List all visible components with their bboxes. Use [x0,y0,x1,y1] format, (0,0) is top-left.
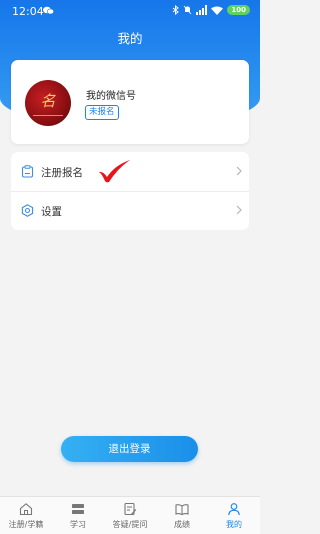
menu-item-label: 注册报名 [41,167,83,179]
status-badge: 未报名 [85,105,119,120]
profile-card[interactable]: 名 我的微信号 未报名 [11,60,249,144]
battery-indicator: 100 [227,5,250,15]
mute-bell-icon [184,5,192,15]
settings-icon [21,204,34,217]
tab-registration[interactable]: 注册/学籍 [0,497,52,534]
tab-label: 成绩 [174,520,190,529]
study-icon [72,504,84,514]
menu-item-registration[interactable]: 注册报名 [11,152,249,192]
chevron-right-icon [236,166,242,176]
signal-icon [196,5,208,15]
tab-profile[interactable]: 我的 [208,497,260,534]
red-checkmark-icon [99,160,130,183]
user-icon [228,503,240,516]
tab-label: 我的 [226,520,242,529]
tab-grades[interactable]: 成绩 [156,497,208,534]
menu-item-label: 设置 [41,206,62,218]
avatar[interactable]: 名 [25,80,71,126]
tab-study[interactable]: 学习 [52,497,104,534]
menu-card: 注册报名 设置 [11,152,249,230]
tab-label: 答疑/提问 [112,520,148,529]
tab-qa[interactable]: 答疑/提问 [104,497,156,534]
status-time: 12:04 [12,5,44,18]
avatar-logo: 名 [40,92,56,110]
logout-button[interactable]: 退出登录 [61,436,198,462]
edit-icon [124,502,137,516]
status-bar: 12:04 100 [0,0,260,22]
wifi-icon [211,6,224,15]
menu-item-settings[interactable]: 设置 [11,191,249,230]
page-title: 我的 [117,31,143,46]
profile-name: 我的微信号 [86,91,136,102]
bluetooth-icon [173,5,180,15]
chevron-right-icon [236,205,242,215]
home-icon [19,503,33,516]
tab-label: 学习 [70,520,86,529]
bottom-tab-bar: 注册/学籍 学习 答疑/提问 成绩 我的 [0,496,260,534]
clipboard-icon [21,165,34,178]
book-icon [175,504,189,516]
chat-notification-icon [43,6,54,15]
tab-label: 注册/学籍 [8,520,44,529]
